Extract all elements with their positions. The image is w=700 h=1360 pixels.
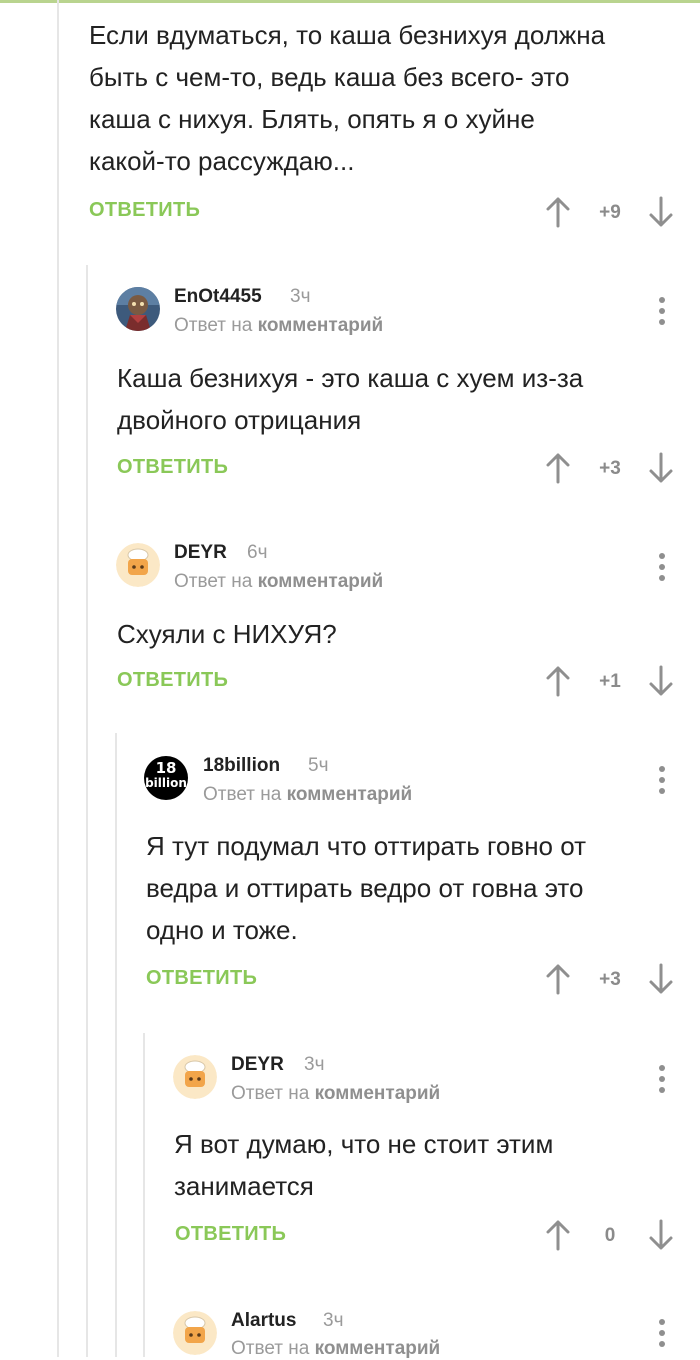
- comment-text: Каша безнихуя - это каша с хуем из-за дв…: [117, 363, 584, 435]
- rating-score: +3: [599, 458, 621, 479]
- avatar-text-2: billion: [145, 776, 187, 790]
- comment: DEYR 6ч Ответ на комментарий Схуяли с НИ…: [0, 539, 700, 697]
- reply-to-info: Ответ на комментарий: [174, 315, 383, 337]
- comment: Alartus 3ч Ответ на комментарий: [0, 1307, 700, 1359]
- reply-to-link[interactable]: комментарий: [258, 315, 384, 336]
- avatar[interactable]: [173, 1055, 217, 1099]
- reply-button[interactable]: ОТВЕТИТЬ: [175, 1223, 286, 1246]
- comment: EnOt4455 3ч Ответ на комментарий Каша бе…: [0, 283, 700, 484]
- reply-to-prefix: Ответ на: [174, 571, 253, 592]
- arrow-down-icon[interactable]: [648, 196, 674, 228]
- reply-to-link[interactable]: комментарий: [287, 784, 413, 805]
- more-vertical-icon[interactable]: [655, 295, 669, 329]
- comment-text: Я вот думаю, что не стоит этим занимаетс…: [174, 1129, 554, 1201]
- reply-to-prefix: Ответ на: [174, 315, 253, 336]
- comment: DEYR 3ч Ответ на комментарий Я вот думаю…: [0, 1051, 700, 1251]
- reply-to-prefix: Ответ на: [231, 1083, 310, 1104]
- username[interactable]: EnOt4455: [174, 286, 262, 308]
- username[interactable]: Alartus: [231, 1310, 296, 1332]
- thread-line-level-4: [143, 1033, 145, 1357]
- comment-text: Если вдуматься, то каша безнихуя должна …: [89, 20, 606, 176]
- comment: Если вдуматься, то каша безнихуя должна …: [0, 0, 700, 228]
- rating-score: 0: [604, 1225, 616, 1246]
- rating-score: +3: [599, 969, 621, 990]
- arrow-up-icon[interactable]: [545, 963, 571, 995]
- thread-line-level-3: [115, 733, 117, 1357]
- arrow-up-icon[interactable]: [545, 665, 571, 697]
- more-vertical-icon[interactable]: [655, 1063, 669, 1097]
- reply-button[interactable]: ОТВЕТИТЬ: [117, 456, 228, 479]
- reply-to-info: Ответ на комментарий: [174, 571, 383, 593]
- reply-to-link[interactable]: комментарий: [315, 1083, 441, 1104]
- comment: 18 billion 18billion 5ч Ответ на коммент…: [0, 752, 700, 995]
- more-vertical-icon[interactable]: [655, 1317, 669, 1351]
- avatar[interactable]: [116, 287, 160, 331]
- rating-score: +1: [599, 671, 621, 692]
- more-vertical-icon[interactable]: [655, 551, 669, 585]
- username[interactable]: 18billion: [203, 755, 280, 777]
- arrow-up-icon[interactable]: [545, 1219, 571, 1251]
- more-vertical-icon[interactable]: [655, 764, 669, 798]
- avatar[interactable]: [116, 543, 160, 587]
- comment-time: 6ч: [247, 542, 268, 563]
- arrow-down-icon[interactable]: [648, 1219, 674, 1251]
- avatar-text: 18: [155, 759, 177, 777]
- reply-to-prefix: Ответ на: [231, 1338, 310, 1359]
- reply-to-info: Ответ на комментарий: [231, 1083, 440, 1105]
- comment-time: 3ч: [304, 1054, 325, 1075]
- reply-button[interactable]: ОТВЕТИТЬ: [117, 669, 228, 692]
- reply-to-link[interactable]: комментарий: [258, 571, 384, 592]
- avatar[interactable]: 18 billion: [144, 756, 188, 800]
- username[interactable]: DEYR: [174, 542, 227, 564]
- arrow-down-icon[interactable]: [648, 963, 674, 995]
- arrow-down-icon[interactable]: [648, 452, 674, 484]
- reply-to-prefix: Ответ на: [203, 784, 282, 805]
- reply-to-link[interactable]: комментарий: [315, 1338, 441, 1359]
- arrow-down-icon[interactable]: [648, 665, 674, 697]
- comment-text: Схуяли с НИХУЯ?: [117, 619, 337, 649]
- comment-text: Я тут подумал что оттирать говно от ведр…: [146, 831, 587, 945]
- thread-line-level-1: [57, 0, 59, 1357]
- comment-time: 3ч: [323, 1310, 344, 1331]
- reply-to-info: Ответ на комментарий: [203, 784, 412, 806]
- username[interactable]: DEYR: [231, 1054, 284, 1076]
- rating-score: +9: [599, 202, 621, 223]
- avatar[interactable]: [173, 1311, 217, 1355]
- thread-line-level-2: [86, 265, 88, 1357]
- reply-button[interactable]: ОТВЕТИТЬ: [146, 967, 257, 990]
- reply-button[interactable]: ОТВЕТИТЬ: [89, 199, 200, 222]
- comment-time: 5ч: [308, 755, 329, 776]
- arrow-up-icon[interactable]: [545, 196, 571, 228]
- arrow-up-icon[interactable]: [545, 452, 571, 484]
- comment-time: 3ч: [290, 286, 311, 307]
